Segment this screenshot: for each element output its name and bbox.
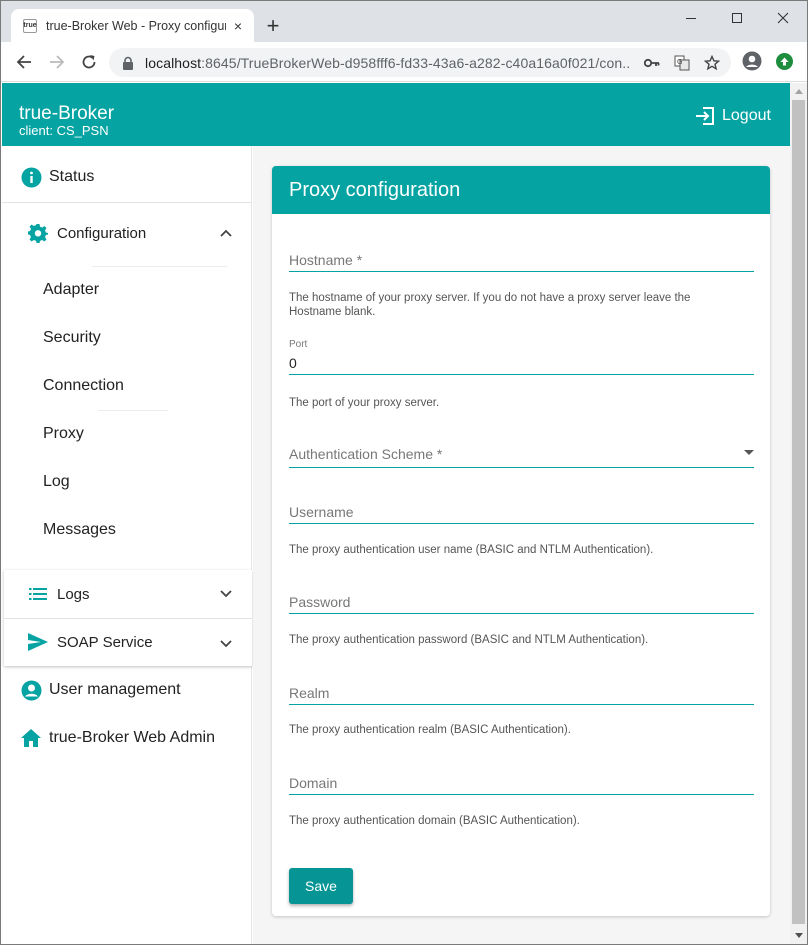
sidebar-group-logs[interactable]: Logs [4, 570, 252, 618]
account-circle-icon [20, 679, 42, 701]
dropdown-arrow-icon[interactable] [744, 450, 754, 455]
domain-input[interactable] [289, 771, 754, 795]
client-label: client: CS_PSN [19, 123, 109, 138]
sidebar-divider [98, 410, 168, 411]
sidebar-group-soap-service[interactable]: SOAP Service [4, 618, 252, 666]
sidebar-item-security[interactable]: Security [43, 314, 101, 362]
favicon-icon: true [23, 18, 37, 33]
sidebar-item-label: true-Broker Web Admin [49, 729, 215, 746]
list-icon [27, 583, 49, 605]
realm-input[interactable] [289, 681, 754, 705]
arrow-left-icon [16, 55, 31, 69]
forward-button[interactable] [45, 50, 69, 74]
page-scrollbar[interactable] [790, 83, 807, 944]
password-input[interactable] [289, 590, 754, 614]
url-text: localhost:8645/TrueBrokerWeb-d958fff6-fd… [145, 55, 631, 71]
scroll-down-icon[interactable] [790, 927, 807, 944]
tab-bar: true true-Broker Web - Proxy configur × … [1, 1, 807, 42]
proxy-config-card: Proxy configuration The hostname of your… [272, 166, 770, 916]
username-hint: The proxy authentication user name (BASI… [289, 544, 654, 556]
card-title: Proxy configuration [272, 166, 770, 214]
chevron-down-icon[interactable] [217, 585, 235, 603]
arrow-right-icon [50, 55, 65, 69]
sidebar-item-messages[interactable]: Messages [43, 506, 116, 554]
sidebar-item-status[interactable]: Status [2, 153, 252, 201]
username-input[interactable] [289, 500, 754, 524]
sidebar-item-log[interactable]: Log [43, 458, 70, 506]
sidebar-divider [2, 202, 252, 203]
minimize-icon [686, 17, 696, 19]
star-icon[interactable] [703, 54, 721, 72]
url-path: :8645/TrueBrokerWeb-d958fff6-fd33-43a6-a… [201, 54, 631, 71]
translate-icon[interactable]: G [673, 54, 691, 72]
new-tab-button[interactable]: + [263, 15, 283, 37]
key-icon[interactable] [643, 54, 661, 72]
chevron-down-icon[interactable] [217, 635, 235, 653]
close-icon [777, 12, 789, 24]
sidebar-collapsed-groups: Logs SOAP Service [4, 570, 252, 666]
extension-icon[interactable] [776, 53, 793, 70]
sidebar-divider [92, 266, 227, 267]
reload-button[interactable] [77, 50, 101, 74]
tab-title: true-Broker Web - Proxy configur [46, 18, 226, 33]
domain-hint: The proxy authentication domain (BASIC A… [289, 815, 580, 827]
gear-icon [27, 222, 49, 244]
port-input[interactable] [289, 351, 754, 375]
sidebar-item-user-management[interactable]: User management [2, 666, 252, 714]
domain-field [289, 767, 754, 797]
sidebar-item-connection[interactable]: Connection [43, 362, 124, 410]
port-hint: The port of your proxy server. [289, 397, 440, 409]
browser-window: true true-Broker Web - Proxy configur × … [0, 0, 808, 945]
realm-field [289, 677, 754, 707]
hostname-input[interactable] [289, 248, 754, 272]
close-window-button[interactable] [760, 5, 806, 31]
sidebar-item-label: User management [49, 681, 181, 698]
home-icon [20, 727, 42, 749]
send-icon [27, 631, 49, 653]
info-icon [20, 166, 42, 188]
scroll-up-icon[interactable] [790, 83, 807, 100]
password-field [289, 586, 754, 616]
realm-hint: The proxy authentication realm (BASIC Au… [289, 724, 571, 736]
main-content: Proxy configuration The hostname of your… [253, 146, 790, 944]
lock-icon [123, 56, 133, 70]
port-label: Port [289, 339, 308, 350]
password-hint: The proxy authentication password (BASIC… [289, 634, 649, 646]
save-button[interactable]: Save [289, 868, 353, 904]
logout-label: Logout [722, 107, 771, 124]
port-field [289, 351, 754, 379]
sidebar-group-label: Configuration [57, 224, 147, 242]
browser-tab[interactable]: true true-Broker Web - Proxy configur × [11, 9, 254, 42]
auth-scheme-select[interactable]: Authentication Scheme * [289, 442, 754, 468]
username-field [289, 496, 754, 526]
tab-close-icon[interactable]: × [230, 18, 246, 34]
scrollbar-thumb[interactable] [792, 100, 805, 924]
logout-icon [696, 107, 714, 125]
sidebar-item-adapter[interactable]: Adapter [43, 266, 99, 314]
hostname-field [289, 244, 754, 274]
back-button[interactable] [12, 50, 36, 74]
sidebar-group-configuration[interactable]: Configuration [4, 209, 252, 257]
sidebar: Status Configuration Adapter Security Co… [2, 146, 252, 944]
sidebar-item-web-admin[interactable]: true-Broker Web Admin [2, 714, 252, 762]
sidebar-item-label: Status [49, 168, 95, 185]
sidebar-group-label: Logs [57, 585, 90, 603]
address-bar[interactable]: localhost:8645/TrueBrokerWeb-d958fff6-fd… [109, 48, 731, 77]
minimize-button[interactable] [668, 5, 714, 31]
hostname-hint: The hostname of your proxy server. If yo… [289, 292, 691, 318]
url-host: localhost [145, 54, 202, 71]
app-header: true-Broker client: CS_PSN Logout [2, 83, 807, 146]
brand-title: true-Broker [19, 103, 115, 124]
maximize-button[interactable] [714, 5, 760, 31]
svg-text:G: G [677, 58, 682, 66]
reload-icon [82, 55, 96, 69]
browser-toolbar: localhost:8645/TrueBrokerWeb-d958fff6-fd… [1, 42, 807, 82]
logout-button[interactable]: Logout [695, 106, 771, 126]
sidebar-item-proxy[interactable]: Proxy [43, 410, 84, 458]
sidebar-group-label: SOAP Service [57, 633, 153, 651]
chevron-up-icon[interactable] [217, 224, 235, 242]
auth-scheme-label: Authentication Scheme * [289, 446, 443, 462]
maximize-icon [732, 13, 742, 23]
profile-icon[interactable] [742, 51, 762, 71]
